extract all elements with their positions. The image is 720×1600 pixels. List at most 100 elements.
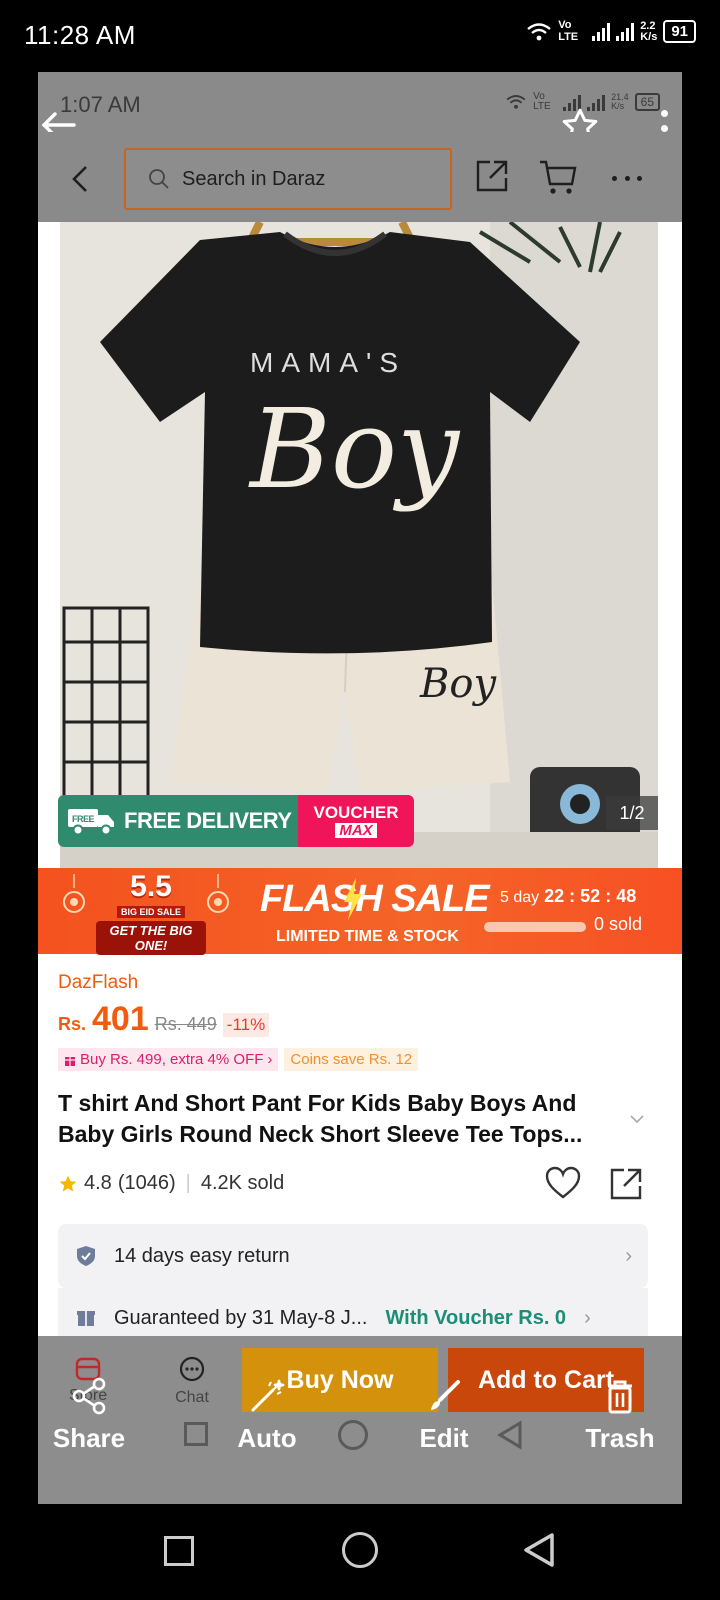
voucher-max-tag: VOUCHER MAX <box>298 795 414 847</box>
lantern-icon-left <box>63 874 85 913</box>
inner-net-speed: 21.4 K/s <box>611 92 629 111</box>
countdown-days: 5 day <box>500 889 540 906</box>
countdown-seconds: 48 <box>616 886 637 906</box>
chat-icon <box>179 1356 205 1382</box>
signal-icon <box>592 22 611 41</box>
sold-count: 4.2K sold <box>200 1172 285 1194</box>
app-header: Search in Daraz <box>38 132 682 222</box>
flash-countdown: 5 day 22 : 52 : 48 <box>500 886 637 906</box>
guarantee-text: Guaranteed by 31 May-8 J... <box>114 1306 368 1329</box>
chevron-right-icon: › <box>625 1244 632 1267</box>
chevron-right-icon: › <box>584 1306 591 1329</box>
chevron-right-icon: › <box>267 1051 273 1068</box>
voucher-text: With Voucher Rs. 0 <box>385 1306 567 1329</box>
lte-label: Vo LTE <box>558 19 579 43</box>
flash-title: FLASH SALE <box>260 878 490 920</box>
price-row: Rs. 401 Rs. 449 -11% <box>58 1000 270 1039</box>
seller-tag: DazFlash <box>58 972 139 993</box>
lantern-icon-right <box>207 874 229 913</box>
product-image[interactable]: Boy MAMA'S Boy 1/2 <box>60 222 658 868</box>
recents-square-icon[interactable] <box>164 1536 194 1566</box>
share-external-icon[interactable] <box>474 158 510 194</box>
countdown-hours: 22 <box>544 886 565 906</box>
signal-icon-2 <box>616 22 635 41</box>
voucher-top-text: VOUCHER <box>313 803 399 822</box>
gift-icon <box>65 1056 75 1066</box>
share-nodes-icon <box>72 1377 106 1415</box>
star-rating-icon <box>59 1175 77 1191</box>
rating-row[interactable]: 4.8 (1046) | 4.2K sold <box>58 1172 284 1195</box>
inner-battery-indicator: 65 <box>634 93 660 111</box>
divider: | <box>185 1172 191 1194</box>
old-price: Rs. 449 <box>154 1014 217 1034</box>
more-horiz-icon[interactable] <box>612 176 642 181</box>
share-label: Share <box>52 1423 126 1453</box>
free-delivery-tag: FREE FREE DELIVERY <box>58 795 298 847</box>
badge-line1: BIG EID SALE <box>116 906 185 918</box>
auto-tool[interactable]: Auto <box>234 1376 300 1454</box>
device-status-bar: 11:28 AM Vo LTE 2.2 K/s 91 <box>0 0 720 72</box>
inner-nav-square-icon <box>184 1422 208 1446</box>
discount-badge: -11% <box>222 1013 270 1037</box>
shirt-print-top: MAMA'S <box>250 347 406 378</box>
flash-sale-banner[interactable]: 5.5 BIG EID SALE GET THE BIG ONE! FLASH … <box>38 868 682 955</box>
share-icon[interactable] <box>608 1166 644 1202</box>
sold-progress-track <box>484 922 586 932</box>
return-policy-text: 14 days easy return <box>114 1244 290 1267</box>
back-triangle-icon[interactable] <box>522 1532 556 1568</box>
voucher-bottom-text: MAX <box>335 823 377 838</box>
shield-check-icon <box>77 1246 95 1266</box>
promo-tag[interactable]: Buy Rs. 499, extra 4% OFF › <box>58 1048 279 1071</box>
promo-text: Buy Rs. 499, extra 4% OFF <box>80 1051 264 1068</box>
inner-nav-back-icon <box>497 1420 522 1450</box>
status-time: 11:28 AM <box>24 20 136 50</box>
badge-number: 5.5 <box>130 870 172 903</box>
home-circle-icon[interactable] <box>342 1532 378 1568</box>
share-tool[interactable]: Share <box>52 1376 126 1454</box>
lightning-icon <box>344 878 362 920</box>
shorts-print: Boy <box>419 661 497 707</box>
screenshot-viewer: 1:07 AM Vo LTE 21.4 K/s 65 Search in Dara… <box>38 72 682 1504</box>
brush-icon <box>431 1380 460 1410</box>
magic-wand-icon <box>251 1379 285 1412</box>
status-icons: Vo LTE 2.2 K/s 91 <box>526 19 696 44</box>
trash-icon <box>608 1380 632 1414</box>
countdown-minutes: 52 <box>580 886 601 906</box>
truck-icon: FREE <box>68 809 114 836</box>
edit-label: Edit <box>419 1423 469 1453</box>
expand-chevron-icon[interactable] <box>630 1114 644 1124</box>
price-currency: Rs. <box>58 1014 87 1034</box>
viewer-toolbar: Share Auto Edit Trash <box>38 1377 682 1504</box>
system-nav-bar <box>0 1504 720 1600</box>
eid-sale-badge: 5.5 BIG EID SALE GET THE BIG ONE! <box>96 872 206 955</box>
net-speed: 2.2 K/s <box>640 19 658 43</box>
search-icon <box>149 169 169 189</box>
edit-tool[interactable]: Edit <box>416 1376 472 1454</box>
review-count: (1046) <box>117 1172 176 1194</box>
inner-nav-circle-icon <box>338 1420 368 1450</box>
rating-value: 4.8 <box>84 1172 112 1194</box>
trash-tool[interactable]: Trash <box>582 1376 658 1454</box>
package-icon <box>77 1311 95 1326</box>
return-policy-row[interactable]: 14 days easy return › <box>58 1224 648 1288</box>
wifi-icon <box>527 22 551 40</box>
chevron-left-icon[interactable] <box>70 164 90 194</box>
free-small-text: FREE <box>72 814 95 824</box>
product-title[interactable]: T shirt And Short Pant For Kids Baby Boy… <box>58 1088 618 1150</box>
image-counter: 1/2 <box>606 796 658 830</box>
cart-icon[interactable] <box>538 158 578 196</box>
product-photo: Boy MAMA'S Boy <box>60 222 658 868</box>
search-placeholder: Search in Daraz <box>182 167 326 190</box>
battery-indicator: 91 <box>663 20 696 44</box>
auto-label: Auto <box>237 1423 297 1453</box>
delivery-voucher-badge: FREE FREE DELIVERY VOUCHER MAX <box>58 795 414 847</box>
badge-line2: GET THE BIG ONE! <box>96 921 206 955</box>
heart-icon[interactable] <box>544 1166 582 1200</box>
price-value: 401 <box>92 1000 149 1038</box>
coins-tag: Coins save Rs. 12 <box>284 1048 419 1071</box>
shirt-print-script: Boy <box>248 385 461 513</box>
search-input[interactable]: Search in Daraz <box>124 148 452 210</box>
promo-row[interactable]: Buy Rs. 499, extra 4% OFF › Coins save R… <box>58 1048 419 1071</box>
flash-sold-count: 0 sold <box>594 914 643 934</box>
free-delivery-label: FREE DELIVERY <box>124 808 292 833</box>
